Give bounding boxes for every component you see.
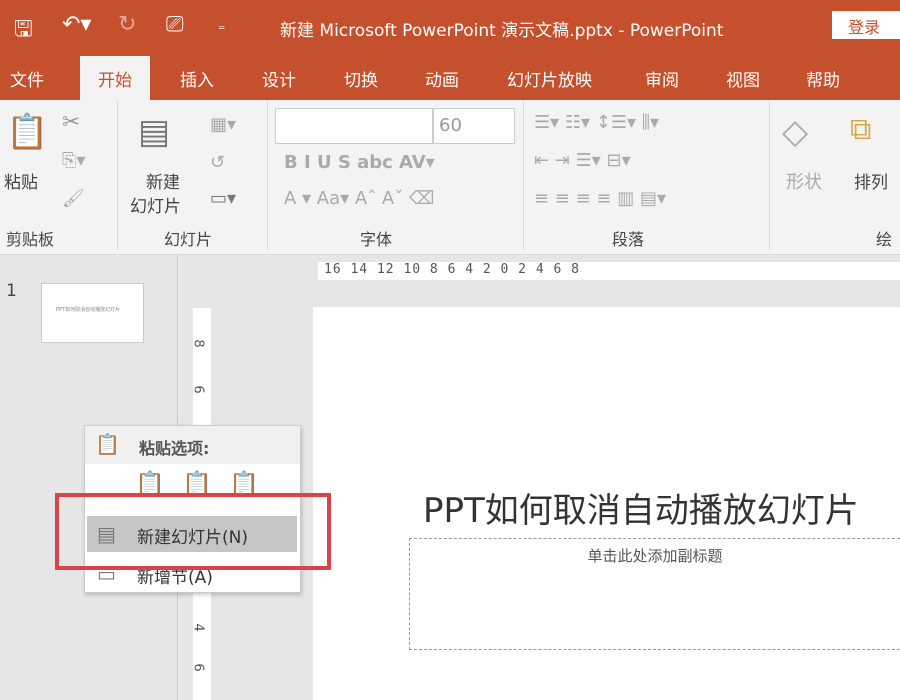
tab-home[interactable]: 开始 [80, 56, 150, 100]
horizontal-ruler: 16 14 12 10 8 6 4 2 0 2 4 6 8 [318, 262, 900, 280]
group-drawing: ◇ 形状 ⧉ 排列 绘 [770, 100, 900, 250]
paste-options-header: 📋 粘贴选项: [85, 426, 300, 464]
paste-icon[interactable]: 📋 [6, 112, 48, 152]
window-title: 新建 Microsoft PowerPoint 演示文稿.pptx - Powe… [280, 16, 723, 41]
present-icon[interactable]: ⎚ [166, 12, 184, 37]
slide-canvas[interactable]: PPT如何取消自动播放幻灯片 单击此处添加副标题 [313, 307, 900, 700]
copy-icon[interactable]: ⎘▾ [62, 150, 85, 171]
arrange-icon[interactable]: ⧉ [850, 112, 871, 147]
menu-item-label: 新增节(A) [137, 568, 213, 588]
new-slide-button[interactable]: 幻灯片 [130, 192, 181, 217]
font-size-input[interactable]: 60 [433, 108, 515, 144]
login-button[interactable]: 登录 [832, 11, 900, 39]
group-label-clipboard: 剪贴板 [6, 226, 54, 250]
group-label-font: 字体 [360, 226, 392, 250]
reset-icon[interactable]: ↺ [210, 152, 225, 173]
list-buttons[interactable]: ☰▾ ☷▾ ↕☰▾ ⫼▾ [534, 112, 659, 133]
font-name-input[interactable] [275, 108, 433, 144]
thumbnail-text: PPT如何取消自动播放幻灯片 [56, 307, 120, 313]
group-label-paragraph: 段落 [612, 226, 644, 250]
title-bar: 🖫 ↶▾ ↻ ⎚ ₌ 新建 Microsoft PowerPoint 演示文稿.… [0, 0, 900, 54]
font-style-buttons[interactable]: B I U S abc AV▾ [284, 152, 435, 173]
tab-animations[interactable]: 动画 [425, 66, 459, 91]
undo-icon[interactable]: ↶▾ [62, 12, 91, 37]
section-icon[interactable]: ▭▾ [210, 188, 236, 209]
redo-icon[interactable]: ↻ [118, 12, 136, 37]
ruler-mark: 6 [191, 663, 206, 671]
paste-button[interactable]: 粘贴 [4, 168, 38, 193]
shapes-button[interactable]: 形状 [786, 168, 822, 194]
ruler-mark: 8 [191, 339, 206, 347]
customize-icon[interactable]: ₌ [218, 18, 225, 34]
paste-options-label: 粘贴选项: [139, 439, 209, 458]
indent-buttons[interactable]: ⇤ ⇥ ☰▾ ⊟▾ [534, 150, 631, 171]
group-label-slides: 幻灯片 [164, 226, 212, 250]
slide-thumbnail[interactable]: PPT如何取消自动播放幻灯片 [41, 283, 144, 343]
subtitle-text: 单击此处添加副标题 [587, 547, 722, 565]
highlight-annotation [55, 493, 331, 570]
arrange-button[interactable]: 排列 [854, 168, 888, 193]
group-label-drawing: 绘 [876, 226, 892, 250]
tab-review[interactable]: 审阅 [645, 66, 679, 91]
paste-icon: 📋 [95, 432, 120, 456]
font-color-buttons[interactable]: A ▾ Aa▾ Aˆ Aˇ ⌫ [284, 188, 434, 209]
tab-slideshow[interactable]: 幻灯片放映 [507, 66, 592, 91]
tab-help[interactable]: 帮助 [806, 66, 840, 91]
ribbon-tabs: 文件 开始 插入 设计 切换 动画 幻灯片放映 审阅 视图 帮助 [0, 54, 900, 100]
tab-insert[interactable]: 插入 [180, 66, 214, 91]
group-slides: ▤ 新建 幻灯片 ▦▾ ↺ ▭▾ 幻灯片 [118, 100, 268, 250]
group-paragraph: ☰▾ ☷▾ ↕☰▾ ⫼▾ ⇤ ⇥ ☰▾ ⊟▾ ≡ ≡ ≡ ≡ ▥ ▤▾ 段落 [524, 100, 770, 250]
ruler-mark: 6 [191, 385, 206, 393]
new-slide-label[interactable]: 新建 [146, 168, 180, 193]
tab-design[interactable]: 设计 [262, 66, 296, 91]
new-slide-icon[interactable]: ▤ [138, 112, 170, 152]
tab-transitions[interactable]: 切换 [344, 66, 378, 91]
ruler-mark: 4 [191, 623, 206, 631]
subtitle-placeholder[interactable]: 单击此处添加副标题 [409, 538, 900, 650]
format-painter-icon[interactable]: 🖌 [62, 188, 85, 209]
align-buttons[interactable]: ≡ ≡ ≡ ≡ ▥ ▤▾ [534, 188, 666, 209]
group-clipboard: 📋 粘贴 ✂ ⎘▾ 🖌 剪贴板 [0, 100, 118, 250]
tab-view[interactable]: 视图 [726, 66, 760, 91]
tab-file[interactable]: 文件 [10, 66, 44, 91]
cut-icon[interactable]: ✂ [62, 110, 80, 135]
shapes-icon[interactable]: ◇ [782, 112, 808, 152]
slide-title[interactable]: PPT如何取消自动播放幻灯片 [423, 483, 859, 532]
layout-icon[interactable]: ▦▾ [210, 114, 236, 135]
ribbon: 📋 粘贴 ✂ ⎘▾ 🖌 剪贴板 ▤ 新建 幻灯片 ▦▾ ↺ ▭▾ 幻灯片 B I… [0, 100, 900, 255]
slide-number: 1 [6, 281, 17, 301]
save-icon[interactable]: 🖫 [14, 12, 33, 50]
